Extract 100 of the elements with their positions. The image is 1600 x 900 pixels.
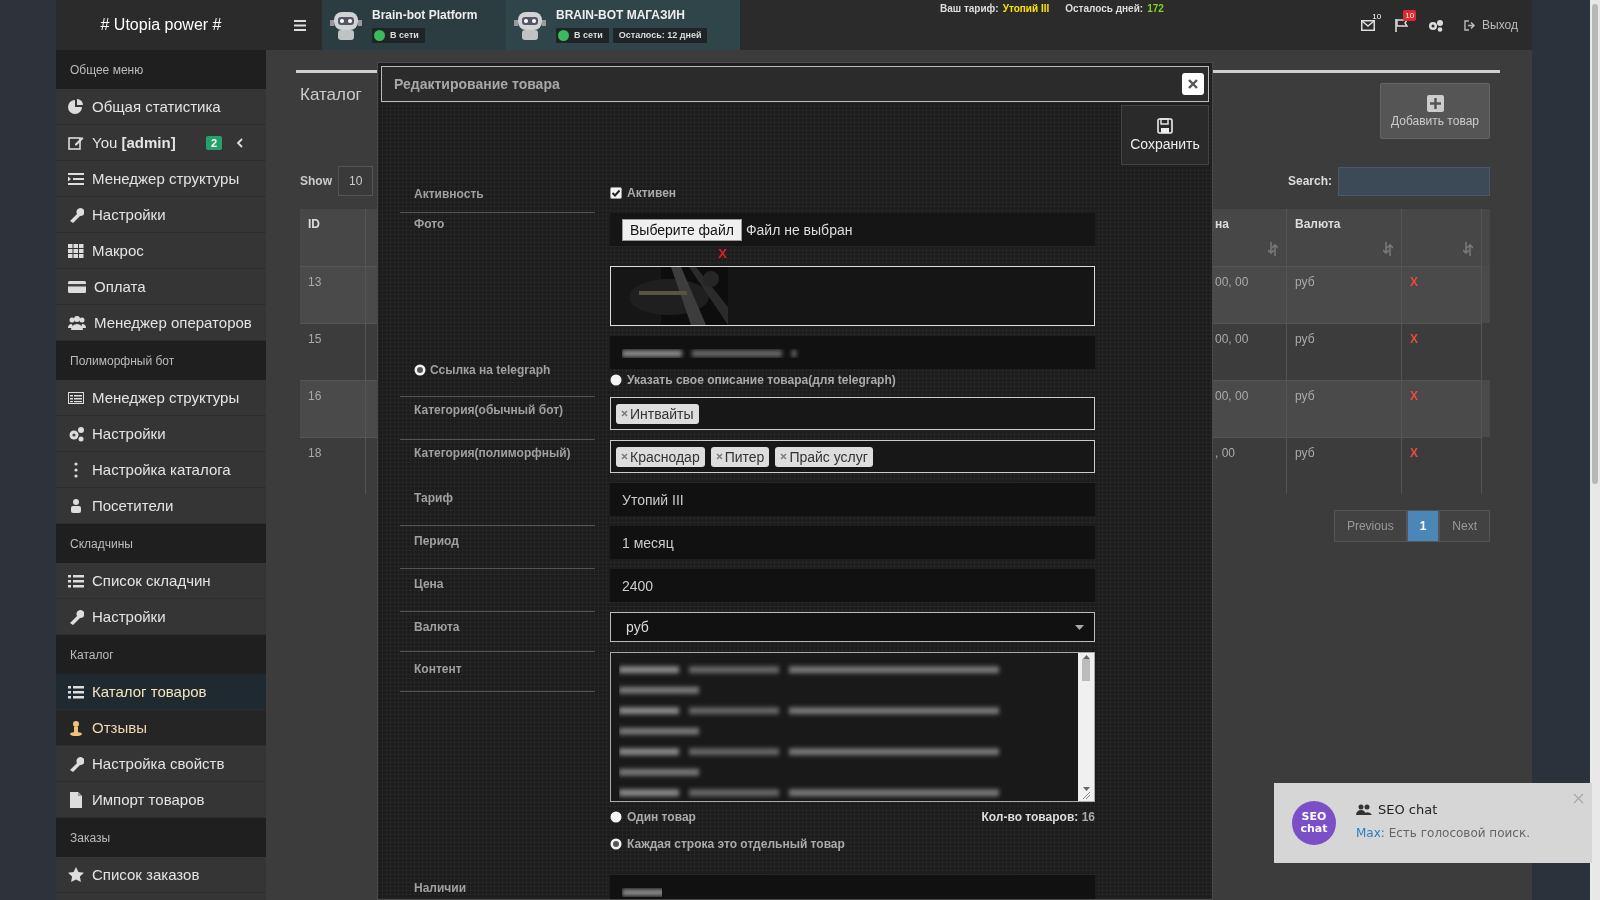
count-label: Кол-во товаров: [981, 810, 1079, 824]
person-icon [68, 497, 84, 514]
table-cell: руб [1295, 446, 1315, 460]
radio-button[interactable] [610, 838, 622, 850]
pie-chart-icon [68, 98, 84, 115]
edit-icon [68, 134, 84, 151]
sidebar-item[interactable]: Оплата [56, 269, 266, 305]
chat-logo: SEO chat [1292, 801, 1336, 845]
link-field[interactable] [610, 336, 1095, 369]
logout-link[interactable]: Выход [1464, 18, 1518, 32]
field-label: Валюта [400, 612, 595, 652]
checkbox[interactable] [610, 187, 622, 199]
section-heading: Складчины [56, 524, 266, 563]
radio-button[interactable] [610, 811, 622, 823]
table-cell: 15 [308, 332, 322, 346]
table-cell: 13 [308, 275, 322, 289]
input-field[interactable]: 2400 [610, 569, 1095, 602]
radio-label: Каждая строка это отдельный товар [627, 837, 845, 851]
menu-icon[interactable] [294, 19, 306, 31]
sort-icon [1383, 242, 1393, 256]
section-heading: Полиморфный бот [56, 341, 266, 380]
sidebar-item[interactable]: Каталог товаров [56, 674, 266, 710]
sidebar-item[interactable]: Отзывы [56, 710, 266, 746]
save-button[interactable]: Сохранить [1121, 105, 1209, 165]
column-header: Валюта [1295, 217, 1341, 231]
mail-icon[interactable] [1361, 19, 1376, 31]
checkbox-label: Активен [627, 186, 677, 200]
pagination-button[interactable]: 1 [1406, 510, 1440, 542]
file-input[interactable]: Выберите файл Файл не выбран [610, 213, 1095, 246]
scrollbar-thumb[interactable] [1082, 659, 1090, 681]
sign-out-icon [1464, 19, 1477, 31]
remove-icon [780, 453, 788, 460]
tariff-label: Ваш тариф: [940, 3, 999, 14]
chat-title: SEO chat [1378, 802, 1438, 817]
dialog-title: Редактирование товара [394, 76, 560, 92]
radio-button[interactable] [610, 374, 622, 386]
list-icon [68, 683, 84, 700]
column-header: на [1215, 217, 1229, 231]
show-label: Show [300, 174, 332, 188]
pagination-button[interactable]: Next [1439, 510, 1490, 542]
radio-button[interactable] [414, 364, 426, 376]
pagination-button[interactable]: Previous [1333, 510, 1407, 542]
input-field[interactable] [610, 875, 1095, 899]
tag-chip[interactable]: Интвайты [616, 403, 699, 424]
table-cell: руб [1295, 332, 1315, 346]
sort-icon [1268, 242, 1278, 256]
radio-label: Ссылка на telegraph [430, 363, 551, 377]
table-cell: 00, 00 [1215, 275, 1249, 289]
page-length-select[interactable]: 10 [338, 166, 374, 196]
bot-tab[interactable]: Brain-bot Platform В сети [322, 0, 506, 50]
sort-icon [1463, 242, 1473, 256]
field-label: Категория(полиморфный) [413, 445, 572, 462]
mail-count: 10 [1371, 10, 1383, 22]
section-heading: Каталог [56, 635, 266, 674]
bot-tab[interactable]: BRAIN-BOT МАГАЗИН В сети Осталось: 12 дней [506, 0, 740, 50]
remove-icon [715, 453, 723, 460]
star-icon [68, 866, 84, 883]
scroll-down-icon [1082, 787, 1090, 791]
sender-name: Max: [1356, 826, 1385, 840]
field-label: Фото [413, 216, 446, 233]
remove-link[interactable]: X [718, 246, 727, 261]
field-label: Активность [400, 183, 595, 213]
tariff-value: Утопий III [1002, 3, 1050, 14]
plus-icon [1426, 94, 1444, 112]
tag-chip[interactable]: Прайс услуг [775, 446, 873, 467]
sidebar-item[interactable]: Список складчин [56, 563, 266, 599]
close-button[interactable] [1182, 73, 1204, 95]
flag-count: 10 [1403, 9, 1417, 21]
tag-chip[interactable]: Питер [710, 446, 770, 467]
indent-list-icon [68, 170, 84, 187]
table-cell: руб [1295, 275, 1315, 289]
add-product-button[interactable]: Добавить товар [1380, 83, 1490, 139]
field-label: Период [400, 526, 595, 569]
chevron-left-icon [236, 137, 243, 148]
sidebar-item[interactable]: Макрос [56, 233, 266, 269]
content-textarea[interactable] [610, 652, 1095, 802]
input-field[interactable]: Утопий III [610, 483, 1095, 516]
radio-label: Один товар [627, 810, 696, 824]
input-field[interactable]: 1 месяц [610, 526, 1095, 559]
chat-message: Есть голосовой поиск. [1388, 826, 1530, 840]
group-icon [1356, 804, 1372, 815]
sidebar-item[interactable]: Общая статистика [56, 89, 266, 125]
tag-field[interactable]: Интвайты [610, 397, 1095, 430]
wrench-icon [68, 206, 84, 223]
flag-icon[interactable] [1395, 18, 1409, 32]
settings-icon[interactable] [1428, 18, 1445, 32]
scrollbar-thumb[interactable] [1592, 4, 1598, 484]
wrench-icon [68, 755, 84, 772]
table-cell: руб [1295, 389, 1315, 403]
currency-select[interactable]: руб [610, 612, 1095, 642]
sidebar-item[interactable]: You [admin] 2 [56, 125, 266, 161]
field-label: Тариф [400, 483, 595, 526]
field-label: Категория(обычный бот) [400, 397, 595, 440]
search-field[interactable] [1338, 166, 1490, 196]
tag-chip[interactable]: Краснодар [616, 446, 705, 467]
list-icon [68, 572, 84, 589]
grid-icon [68, 242, 84, 259]
field-label: Цена [400, 569, 595, 612]
tag-field[interactable]: Краснодар Питер Прайс услуг [610, 440, 1095, 473]
status-badge: В сети [556, 27, 609, 43]
